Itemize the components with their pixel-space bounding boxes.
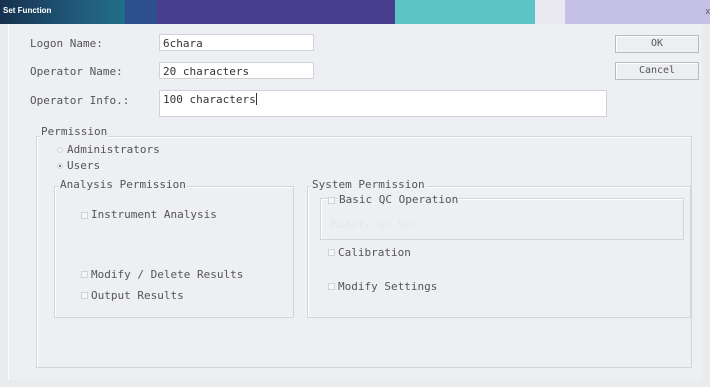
text-caret (255, 93, 257, 105)
output-results-checkbox[interactable] (81, 292, 88, 299)
calibration-checkbox[interactable] (328, 249, 335, 256)
title-bar: Set Function x (0, 0, 710, 24)
title-bar-segment (535, 0, 565, 24)
users-radio-label[interactable]: Users (67, 159, 100, 172)
window-title: Set Function (3, 6, 52, 15)
operator-name-label: Operator Name: (30, 65, 123, 78)
title-bar-segment (125, 0, 157, 24)
basic-qc-operation-checkbox[interactable] (328, 197, 335, 204)
instrument-analysis-label[interactable]: Instrument Analysis (91, 208, 217, 221)
analysis-permission-title: Analysis Permission (59, 178, 187, 191)
cancel-button[interactable]: Cancel (615, 62, 699, 80)
operator-name-input[interactable]: 20 characters (159, 62, 314, 79)
dialog-body: Logon Name: 6chara Operator Name: 20 cha… (8, 24, 702, 380)
administrators-radio[interactable] (57, 147, 63, 153)
modify-qc-set-label: Modify QC Set (331, 218, 418, 231)
instrument-analysis-checkbox[interactable] (81, 212, 88, 219)
system-permission-title: System Permission (311, 178, 426, 191)
operator-info-label: Operator Info.: (30, 94, 130, 107)
title-bar-segment (395, 0, 535, 24)
administrators-radio-label[interactable]: Administrators (67, 143, 160, 156)
calibration-label[interactable]: Calibration (338, 246, 411, 259)
logon-name-label: Logon Name: (30, 37, 103, 50)
title-bar-segment (157, 0, 395, 24)
modify-settings-label[interactable]: Modify Settings (338, 280, 437, 293)
title-bar-segment (565, 0, 710, 24)
logon-name-input[interactable]: 6chara (159, 34, 314, 51)
close-icon[interactable]: x (706, 6, 710, 16)
operator-info-text: 100 characters (163, 93, 256, 106)
operator-info-input[interactable]: 100 characters (159, 90, 607, 117)
ok-button[interactable]: OK (615, 35, 699, 53)
permission-group-title: Permission (40, 125, 109, 138)
modify-settings-checkbox[interactable] (328, 283, 335, 290)
modify-delete-results-label[interactable]: Modify / Delete Results (91, 268, 243, 281)
basic-qc-operation-label[interactable]: Basic QC Operation (338, 193, 460, 206)
output-results-label[interactable]: Output Results (91, 289, 184, 302)
users-radio[interactable] (57, 163, 63, 169)
modify-delete-results-checkbox[interactable] (81, 271, 88, 278)
